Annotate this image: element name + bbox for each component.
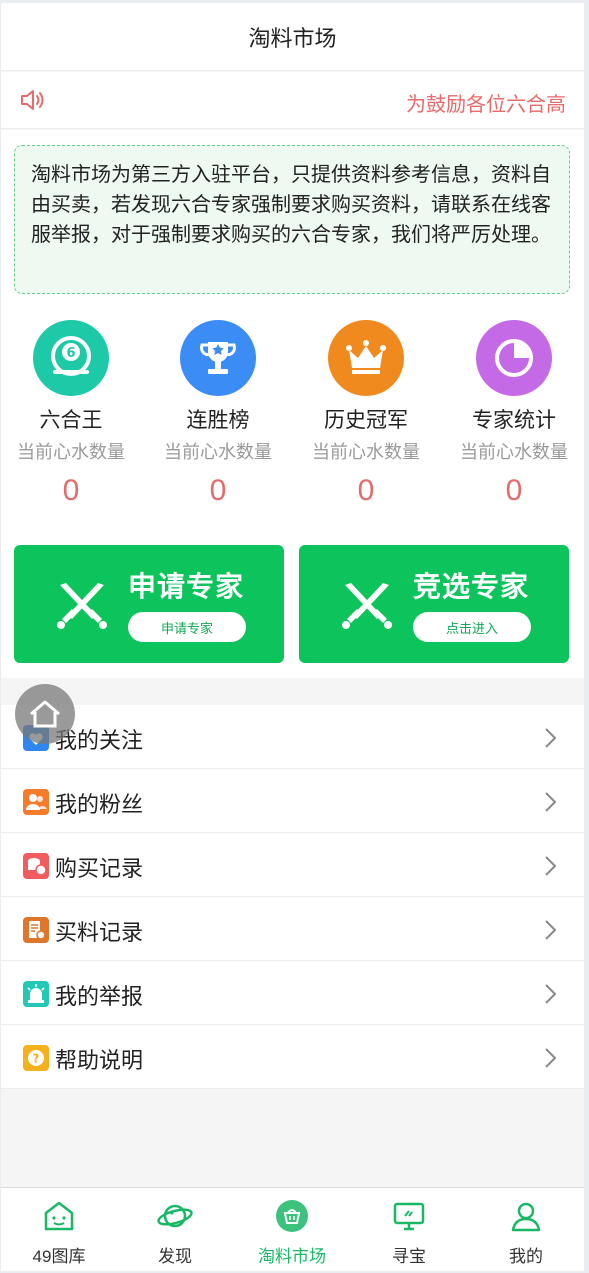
chevron-right-icon	[545, 856, 557, 876]
menu-label: 买料记录	[55, 920, 144, 945]
bottom-tabbar: 49图库 发现 淘料市场 寻宝 我的	[1, 1187, 584, 1271]
help-icon: ?	[23, 1045, 49, 1071]
tab-gallery[interactable]: 49图库	[1, 1188, 117, 1271]
tab-label: 我的	[509, 1247, 543, 1266]
crown-icon	[328, 320, 404, 396]
ball-icon: 6	[33, 320, 109, 396]
apply-expert-card[interactable]: 申请专家 申请专家	[14, 545, 284, 663]
coins-icon	[23, 853, 49, 879]
fans-icon	[23, 789, 49, 815]
menu-item-buy-material-record[interactable]: 买料记录	[1, 897, 584, 961]
menu-item-report[interactable]: 我的举报	[1, 961, 584, 1025]
tab-label: 淘料市场	[258, 1247, 326, 1266]
stat-count: 0	[357, 474, 375, 507]
chevron-right-icon	[545, 984, 557, 1004]
stats-row: 6 六合王 当前心水数量 0 连胜榜 当前心水数量 0 历史冠军 当前心水数量 …	[1, 320, 584, 520]
chevron-right-icon	[545, 792, 557, 812]
elect-expert-card[interactable]: 竞选专家 点击进入	[299, 545, 569, 663]
stat-name: 六合王	[39, 409, 103, 432]
planet-icon	[155, 1196, 195, 1236]
menu-label: 帮助说明	[55, 1048, 144, 1073]
cta-title: 申请专家	[128, 571, 245, 602]
swords-icon	[57, 583, 107, 629]
stat-sub: 当前心水数量	[312, 442, 420, 462]
home-icon	[30, 700, 60, 728]
alarm-icon	[23, 981, 49, 1007]
basket-icon	[272, 1196, 312, 1236]
apply-expert-button[interactable]: 申请专家	[128, 612, 246, 642]
tab-label: 49图库	[32, 1247, 86, 1266]
stat-name: 专家统计	[472, 409, 556, 432]
stat-sub: 当前心水数量	[17, 442, 125, 462]
stat-count: 0	[505, 474, 523, 507]
menu-label: 我的举报	[55, 984, 144, 1009]
home-float-button[interactable]	[15, 684, 75, 744]
notice-text: 为鼓励各位六合高	[406, 94, 566, 116]
tab-label: 寻宝	[392, 1247, 426, 1266]
user-icon	[506, 1196, 546, 1236]
stat-count: 0	[209, 474, 227, 507]
header: 淘料市场	[1, 3, 584, 71]
tab-market[interactable]: 淘料市场	[234, 1188, 350, 1271]
stat-name: 历史冠军	[324, 409, 408, 432]
tab-discover[interactable]: 发现	[117, 1188, 233, 1271]
speaker-icon	[21, 90, 44, 110]
notice-bar[interactable]: 为鼓励各位六合高	[1, 72, 584, 129]
menu-label: 我的粉丝	[55, 792, 144, 817]
stat-champion[interactable]: 历史冠军 当前心水数量 0	[296, 320, 436, 508]
disclaimer-box: 淘料市场为第三方入驻平台，只提供资料参考信息，资料自由买卖，若发现六合专家强制要…	[14, 145, 570, 294]
trophy-icon	[180, 320, 256, 396]
menu-item-purchase-record[interactable]: 购买记录	[1, 833, 584, 897]
pie-chart-icon	[476, 320, 552, 396]
disclaimer-text: 淘料市场为第三方入驻平台，只提供资料参考信息，资料自由买卖，若发现六合专家强制要…	[31, 164, 551, 246]
chevron-right-icon	[545, 1048, 557, 1068]
document-icon	[23, 917, 49, 943]
stat-liansheng[interactable]: 连胜榜 当前心水数量 0	[148, 320, 288, 508]
page-title: 淘料市场	[248, 25, 337, 51]
stat-name: 连胜榜	[186, 409, 250, 432]
chevron-right-icon	[545, 728, 557, 748]
app-frame: 淘料市场 为鼓励各位六合高 淘料市场为第三方入驻平台，只提供资料参考信息，资料自…	[1, 3, 584, 1271]
menu-item-follow[interactable]: 我的关注	[1, 705, 584, 769]
menu-item-help[interactable]: ? 帮助说明	[1, 1025, 584, 1089]
menu-item-fans[interactable]: 我的粉丝	[1, 769, 584, 833]
menu-list: 我的关注 我的粉丝 购买记录 买料记录 我的举报 ? 帮助说明	[1, 705, 584, 1089]
stat-expert[interactable]: 专家统计 当前心水数量 0	[444, 320, 584, 508]
chevron-right-icon	[545, 920, 557, 940]
gallery-icon	[39, 1196, 79, 1236]
monitor-icon	[389, 1196, 429, 1236]
tab-label: 发现	[158, 1247, 192, 1266]
stat-count: 0	[62, 474, 80, 507]
stat-sub: 当前心水数量	[164, 442, 272, 462]
stat-liuhewang[interactable]: 6 六合王 当前心水数量 0	[1, 320, 141, 508]
swords-icon	[342, 583, 392, 629]
svg-text:6: 6	[66, 346, 75, 361]
cta-title: 竞选专家	[413, 571, 530, 602]
tab-treasure[interactable]: 寻宝	[351, 1188, 467, 1271]
menu-label: 购买记录	[55, 856, 144, 881]
elect-expert-button[interactable]: 点击进入	[413, 612, 531, 642]
market-main: 淘料市场为第三方入驻平台，只提供资料参考信息，资料自由买卖，若发现六合专家强制要…	[1, 130, 584, 678]
tab-mine[interactable]: 我的	[468, 1188, 584, 1271]
svg-text:?: ?	[33, 1052, 40, 1066]
stat-sub: 当前心水数量	[460, 442, 568, 462]
